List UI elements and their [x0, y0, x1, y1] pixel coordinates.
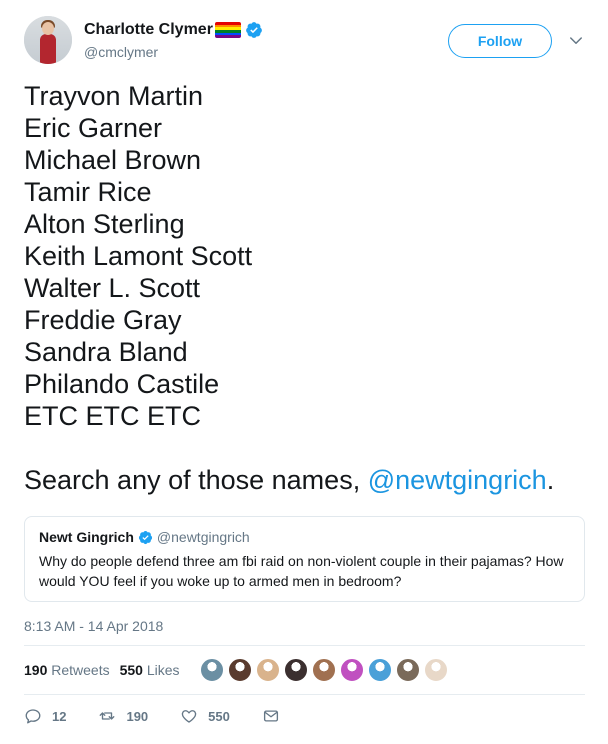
tweet-line: Eric Garner [24, 113, 163, 143]
retweet-icon [100, 712, 115, 720]
retweet-button[interactable]: 190 [98, 707, 148, 725]
reply-icon [25, 709, 41, 724]
liker-avatars [199, 658, 452, 682]
direct-message-button[interactable] [262, 707, 290, 725]
author-name-block[interactable]: Charlotte Clymer @cmclymer [84, 20, 263, 60]
reply-button[interactable]: 12 [24, 707, 66, 725]
likes-stat[interactable]: 550 Likes [120, 662, 180, 678]
quoted-tweet[interactable]: Newt Gingrich @newtgingrich Why do peopl… [24, 516, 585, 602]
liker-avatar[interactable] [367, 658, 392, 682]
tweet-line: Freddie Gray [24, 305, 182, 335]
retweets-label: Retweets [51, 662, 110, 678]
liker-avatar[interactable] [311, 658, 336, 682]
retweets-count: 190 [24, 662, 48, 678]
divider [24, 694, 585, 695]
liker-avatar[interactable] [283, 658, 308, 682]
mention-link[interactable]: @newtgingrich [368, 465, 547, 495]
tweet-line-gap [24, 432, 584, 464]
liker-avatar[interactable] [199, 658, 224, 682]
tweet-text: Trayvon Martin Eric Garner Michael Brown… [24, 80, 584, 496]
divider [24, 645, 585, 646]
tweet-line: Philando Castile [24, 369, 220, 399]
like-count: 550 [208, 708, 230, 724]
likes-label: Likes [146, 662, 180, 678]
tweet-closing-line: Search any of those names, @newtgingrich… [24, 464, 584, 496]
tweet-actions: 12 190 550 [24, 704, 322, 728]
tweet-closing-text: Search any of those names, [24, 465, 368, 495]
tweet-line: ETC ETC ETC [24, 401, 202, 431]
quoted-author-name: Newt Gingrich [39, 529, 134, 545]
liker-avatar[interactable] [423, 658, 448, 682]
likes-count: 550 [119, 662, 143, 678]
quoted-author-handle: @newtgingrich [156, 529, 250, 545]
heart-icon [181, 710, 197, 723]
tweet-line: Alton Sterling [24, 209, 185, 239]
retweet-count: 190 [126, 708, 149, 724]
tweet-stats: 190 Retweets 550 Likes [24, 650, 585, 690]
tweet-line: Michael Brown [24, 145, 202, 175]
liker-avatar[interactable] [227, 658, 252, 682]
tweet-line: Sandra Bland [24, 337, 188, 367]
quoted-tweet-header: Newt Gingrich @newtgingrich [39, 529, 570, 545]
author-handle[interactable]: @cmclymer [84, 44, 263, 60]
author-display-name[interactable]: Charlotte Clymer [84, 21, 213, 39]
liker-avatar[interactable] [339, 658, 364, 682]
quoted-tweet-text: Why do people defend three am fbi raid o… [39, 553, 564, 589]
liker-avatar[interactable] [255, 658, 280, 682]
tweet-closing-suffix: . [546, 465, 555, 495]
author-avatar[interactable] [24, 16, 72, 64]
verified-badge-icon [138, 530, 152, 544]
reply-count: 12 [52, 708, 67, 724]
envelope-icon [263, 710, 278, 722]
rainbow-flag-icon [214, 22, 241, 38]
tweet-line: Keith Lamont Scott [24, 241, 253, 271]
follow-button[interactable]: Follow [448, 24, 552, 58]
like-button[interactable]: 550 [180, 707, 230, 725]
verified-badge-icon [246, 22, 262, 38]
chevron-down-icon[interactable] [567, 32, 585, 50]
tweet-line: Tamir Rice [24, 177, 152, 207]
tweet-header: Charlotte Clymer @cmclymer Follow [24, 16, 596, 66]
tweet-timestamp[interactable]: 8:13 AM - 14 Apr 2018 [24, 618, 163, 634]
tweet-line: Walter L. Scott [24, 273, 201, 303]
tweet-line: Trayvon Martin [24, 81, 204, 111]
flag-stripe [214, 35, 241, 38]
author-display-name-row[interactable]: Charlotte Clymer [84, 20, 263, 40]
liker-avatar[interactable] [395, 658, 420, 682]
retweets-stat[interactable]: 190 Retweets [24, 662, 110, 678]
